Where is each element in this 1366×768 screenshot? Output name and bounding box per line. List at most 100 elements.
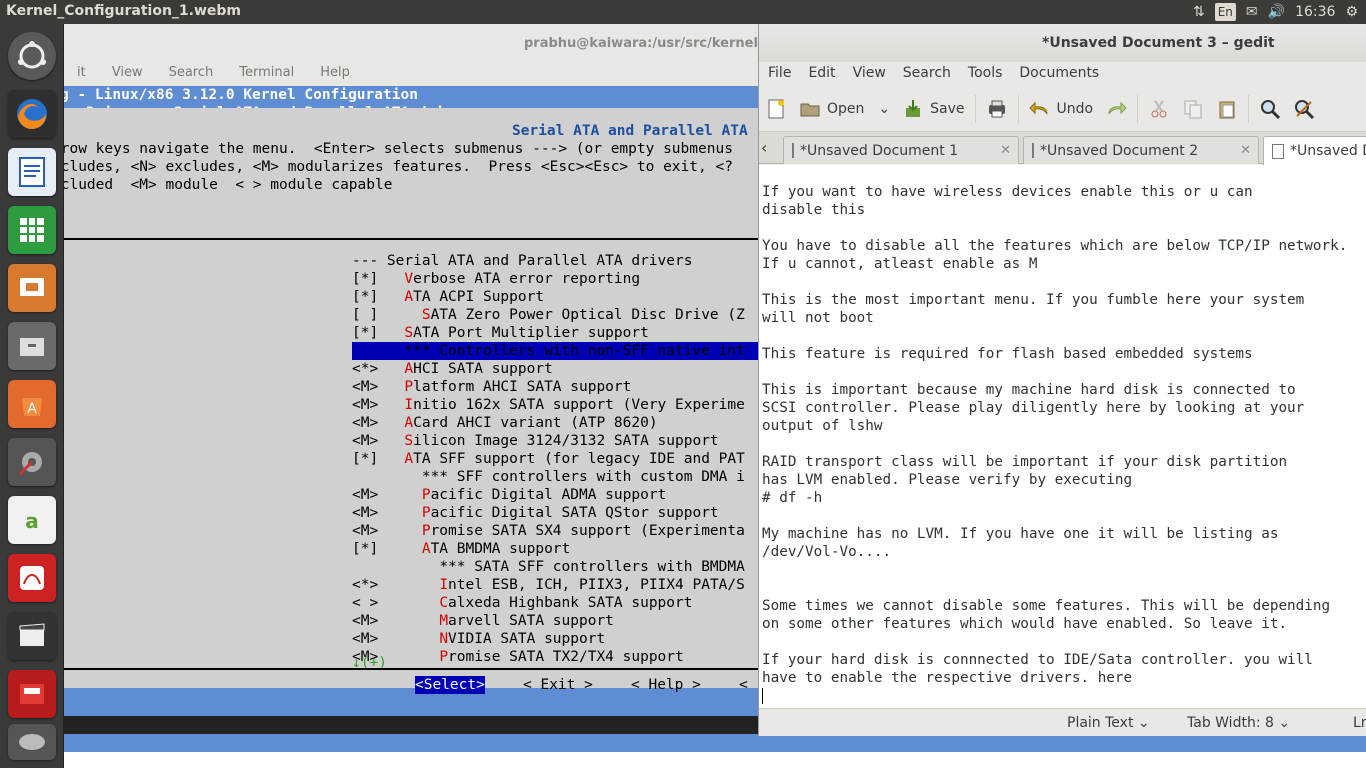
tabs-scroll-left-icon[interactable]: ‹ <box>761 138 767 157</box>
print-button[interactable] <box>980 92 1014 126</box>
files-icon[interactable] <box>8 322 56 370</box>
menu-item-hotkey: I <box>404 397 414 413</box>
toolbar-separator <box>1137 94 1139 123</box>
menu-item[interactable]: <M> NVIDIA SATA support <box>352 630 605 648</box>
undo-button[interactable]: Undo <box>1023 92 1100 126</box>
tab-unsaved-document-1[interactable]: *Unsaved Document 1 ✕ <box>783 136 1019 164</box>
menu-item-hotkey: A <box>404 361 414 377</box>
menu-item[interactable]: *** SATA SFF controllers with BMDMA <box>352 558 745 576</box>
help-button[interactable]: < Help > <box>631 676 701 694</box>
menu-item[interactable]: [*] SATA Port Multiplier support <box>352 324 649 342</box>
video-editor-icon[interactable] <box>8 612 56 660</box>
writer-icon[interactable] <box>8 148 56 196</box>
menu-documents[interactable]: Documents <box>1010 62 1107 86</box>
menu-item[interactable]: <M> Platform AHCI SATA support <box>352 378 631 396</box>
copy-button[interactable] <box>1176 92 1210 126</box>
software-center-icon[interactable]: A <box>8 380 56 428</box>
menu-item-state: [*] <box>352 541 422 557</box>
menu-item[interactable]: [*] Verbose ATA error reporting <box>352 270 640 288</box>
menu-item-state: <M> <box>352 505 422 521</box>
menu-item[interactable]: [*] ATA BMDMA support <box>352 540 570 558</box>
replace-button[interactable] <box>1287 92 1321 126</box>
menu-edit[interactable]: it <box>64 64 99 86</box>
menu-tools[interactable]: Tools <box>959 62 1011 86</box>
help-line-2: ncludes, <N> excludes, <M> modularizes f… <box>64 159 733 175</box>
tab-unsaved-document-3[interactable]: *Unsaved D <box>1263 136 1366 165</box>
save-button[interactable]: < <box>739 676 748 694</box>
menu-help[interactable]: Help <box>307 64 363 86</box>
menu-item[interactable]: <*> AHCI SATA support <box>352 360 553 378</box>
calc-icon[interactable] <box>8 206 56 254</box>
menu-item[interactable]: <M> Pacific Digital ADMA support <box>352 486 666 504</box>
menu-view[interactable]: View <box>99 64 156 86</box>
menu-item[interactable]: <M> Marvell SATA support <box>352 612 614 630</box>
menu-item-label: *** Controllers with non-SFF native int <box>404 343 745 359</box>
cut-button[interactable] <box>1142 92 1176 126</box>
firefox-icon[interactable] <box>8 90 56 138</box>
menu-item[interactable]: <M> Initio 162x SATA support (Very Exper… <box>352 396 745 414</box>
menu-item[interactable]: *** SFF controllers with custom DMA i <box>352 468 745 486</box>
tab-unsaved-document-2[interactable]: *Unsaved Document 2 ✕ <box>1023 136 1259 164</box>
menu-item-state <box>352 469 422 485</box>
gedit-text-area[interactable]: If you want to have wireless devices ena… <box>759 165 1366 708</box>
menu-item[interactable]: *** Controllers with non-SFF native int <box>352 342 764 360</box>
menu-view[interactable]: View <box>844 62 894 86</box>
terminal-titlebar[interactable]: prabhu@kaiwara:/usr/src/kernels <box>64 24 766 64</box>
disk-icon[interactable] <box>8 724 56 760</box>
menu-file[interactable]: File <box>759 62 799 86</box>
exit-button[interactable]: < Exit > <box>523 676 593 694</box>
volume-icon[interactable]: 🔊 <box>1268 2 1285 22</box>
menu-edit[interactable]: Edit <box>799 62 843 86</box>
gedit-titlebar[interactable]: *Unsaved Document 3 – gedit <box>759 24 1366 62</box>
menu-item[interactable]: <M> ACard AHCI variant (ATP 8620) <box>352 414 658 432</box>
menu-item[interactable]: <M> Silicon Image 3124/3132 SATA support <box>352 432 719 450</box>
text-cursor <box>762 688 763 704</box>
slides-icon[interactable] <box>8 670 56 718</box>
menu-item-label: *** SATA SFF controllers with BMDMA <box>439 559 745 575</box>
terminal-screen[interactable]: g - Linux/x86 3.12.0 Kernel Configuratio… <box>64 86 764 716</box>
menu-item[interactable]: [ ] SATA Zero Power Optical Disc Drive (… <box>352 306 745 324</box>
aptana-icon[interactable]: a <box>8 496 56 544</box>
save-button[interactable]: Save <box>896 92 970 126</box>
menu-item-hotkey: A <box>421 541 431 557</box>
menu-item-hotkey: V <box>404 271 414 287</box>
mail-icon[interactable]: ✉ <box>1246 2 1258 22</box>
menu-item[interactable]: [*] ATA SFF support (for legacy IDE and … <box>352 450 745 468</box>
window-title: Kernel_Configuration_1.webm <box>6 3 242 19</box>
open-button[interactable]: Open ⌄ <box>793 92 896 126</box>
clock[interactable]: 16:36 <box>1295 2 1335 22</box>
menu-item[interactable]: <M> Promise SATA SX4 support (Experiment… <box>352 522 745 540</box>
ubuntu-dash-icon[interactable] <box>8 32 56 80</box>
text-line: on some other features which would have … <box>762 616 1288 632</box>
gear-icon[interactable]: ⚙ <box>1345 2 1358 22</box>
menu-item[interactable]: --- Serial ATA and Parallel ATA drivers <box>352 252 692 270</box>
select-button[interactable]: <Select> <box>415 676 485 694</box>
tab-width-selector[interactable]: Tab Width: 8 ⌄ <box>1187 715 1290 731</box>
menu-search[interactable]: Search <box>894 62 959 86</box>
impress-icon[interactable] <box>8 264 56 312</box>
paste-button[interactable] <box>1210 92 1244 126</box>
close-icon[interactable]: ✕ <box>1240 143 1251 158</box>
chevron-down-icon: ⌄ <box>1137 715 1150 731</box>
network-arrows-icon[interactable]: ⇅ <box>1193 2 1205 22</box>
menu-item-label: Card AHCI variant (ATP 8620) <box>413 415 658 431</box>
menu-item[interactable]: <M> Promise SATA TX2/TX4 support <box>352 648 684 666</box>
keyboard-language-indicator[interactable]: En <box>1214 3 1236 21</box>
menu-item[interactable]: [*] ATA ACPI Support <box>352 288 544 306</box>
menu-search[interactable]: Search <box>156 64 227 86</box>
settings-icon[interactable] <box>8 438 56 486</box>
menu-item-state: <M> <box>352 397 405 413</box>
redo-button[interactable] <box>1099 92 1133 126</box>
find-button[interactable] <box>1253 92 1287 126</box>
menu-item[interactable]: < > Calxeda Highbank SATA support <box>352 594 692 612</box>
menu-item[interactable]: <*> Intel ESB, ICH, PIIX3, PIIX4 PATA/S <box>352 576 745 594</box>
gedit-window[interactable]: *Unsaved Document 3 – gedit File Edit Vi… <box>758 24 1366 736</box>
chevron-down-icon[interactable]: ⌄ <box>878 101 890 117</box>
reader-icon[interactable] <box>8 554 56 602</box>
new-document-button[interactable] <box>759 92 793 126</box>
terminal-window[interactable]: prabhu@kaiwara:/usr/src/kernels it View … <box>64 24 766 734</box>
close-icon[interactable]: ✕ <box>1000 143 1011 158</box>
menu-item[interactable]: <M> Pacific Digital SATA QStor support <box>352 504 719 522</box>
menu-terminal[interactable]: Terminal <box>226 64 307 86</box>
syntax-selector[interactable]: Plain Text ⌄ <box>1067 715 1150 731</box>
